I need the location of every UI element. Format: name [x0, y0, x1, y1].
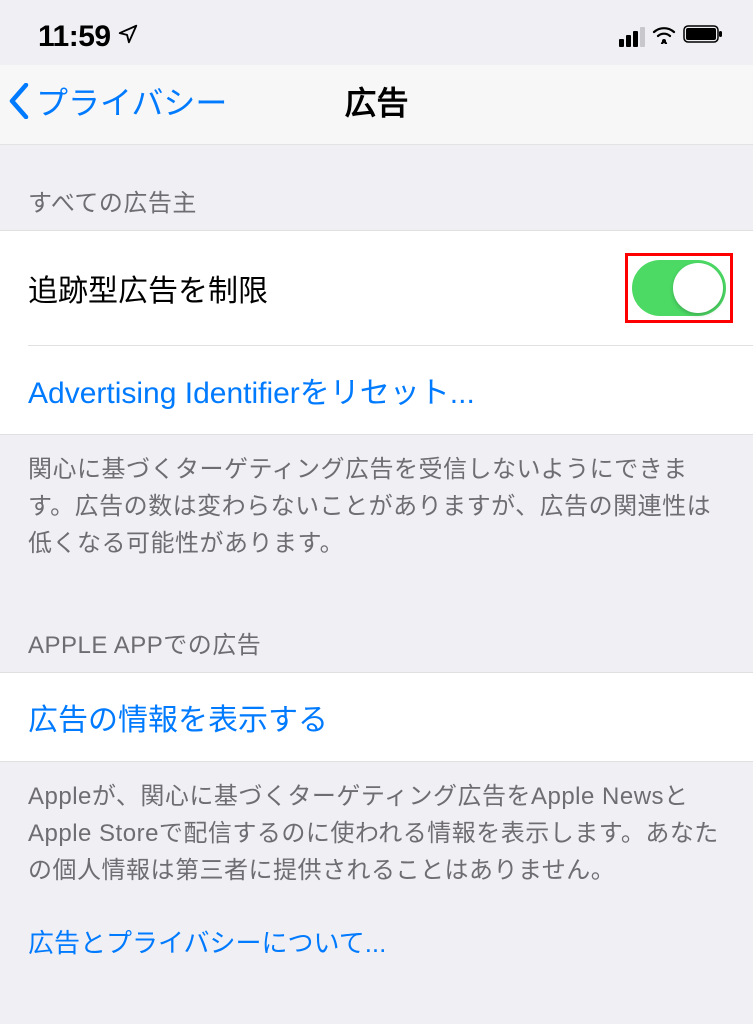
status-left: 11:59	[38, 20, 139, 54]
battery-icon	[683, 24, 725, 49]
chevron-left-icon	[8, 83, 30, 119]
navigation-bar: プライバシー 広告	[0, 65, 753, 145]
status-time: 11:59	[38, 20, 111, 54]
cell-group-advertisers: 追跡型広告を制限 Advertising Identifierをリセット...	[0, 230, 753, 435]
section-footer-advertisers: 関心に基づくターゲティング広告を受信しないようにできます。広告の数は変わらないこ…	[0, 435, 753, 563]
back-button[interactable]: プライバシー	[8, 78, 227, 124]
view-ad-info-label: 広告の情報を表示する	[28, 695, 328, 739]
status-bar: 11:59	[0, 0, 753, 65]
back-label: プライバシー	[36, 78, 227, 124]
section-header-all-advertisers: すべての広告主	[0, 145, 753, 230]
section-header-apple-ads: APPLE APPでの広告	[0, 563, 753, 672]
status-right	[619, 24, 725, 49]
section-footer-apple-ads: Appleが、関心に基づくターゲティング広告をApple NewsとApple …	[0, 762, 753, 890]
about-ads-privacy-link[interactable]: 広告とプライバシーについて...	[0, 889, 753, 960]
toggle-knob	[673, 263, 723, 313]
limit-ad-tracking-row: 追跡型広告を制限	[0, 231, 753, 345]
limit-ad-tracking-label: 追跡型広告を制限	[28, 266, 268, 310]
location-services-icon	[117, 23, 139, 51]
cell-group-apple-ads: 広告の情報を表示する	[0, 672, 753, 762]
reset-identifier-label: Advertising Identifierをリセット...	[28, 368, 475, 412]
highlight-annotation	[625, 253, 733, 323]
reset-advertising-identifier-button[interactable]: Advertising Identifierをリセット...	[28, 345, 753, 434]
cellular-signal-icon	[619, 27, 645, 47]
wifi-icon	[651, 24, 677, 49]
limit-ad-tracking-toggle[interactable]	[632, 260, 726, 316]
view-ad-information-button[interactable]: 広告の情報を表示する	[0, 673, 753, 761]
